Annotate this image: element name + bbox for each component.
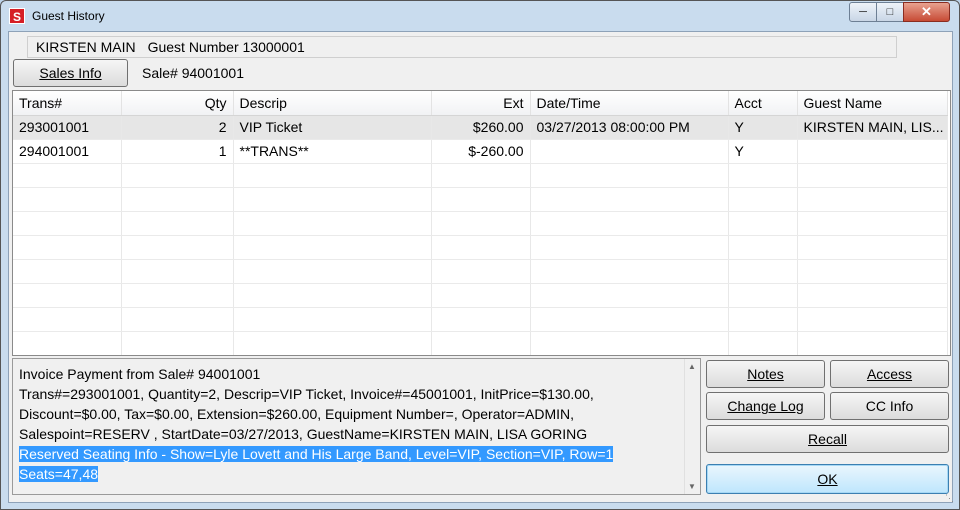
guest-number-label: Guest Number 13000001 xyxy=(147,39,305,55)
detail-line: Salespoint=RESERV , StartDate=03/27/2013… xyxy=(19,426,588,442)
column-header-acct[interactable]: Acct xyxy=(728,91,798,116)
ok-button-label: OK xyxy=(817,471,838,487)
cc-info-button[interactable]: CC Info xyxy=(830,392,949,420)
column-header-trans[interactable]: Trans# xyxy=(13,91,122,116)
cell-datetime: 03/27/2013 08:00:00 PM xyxy=(530,115,729,140)
guest-history-window: S Guest History ─ □ ✕ KIRSTEN MAIN Guest … xyxy=(0,0,960,510)
recall-button-label: Recall xyxy=(808,431,847,447)
sale-number-label: Sale# 94001001 xyxy=(142,65,244,81)
maximize-button[interactable]: □ xyxy=(876,2,904,22)
column-header-qty[interactable]: Qty xyxy=(121,91,234,116)
scroll-up-icon[interactable]: ▲ xyxy=(688,362,696,371)
detail-line: Trans#=293001001, Quantity=2, Descrip=VI… xyxy=(19,386,594,402)
ok-button[interactable]: OK xyxy=(706,464,949,494)
detail-line: Discount=$0.00, Tax=$0.00, Extension=$26… xyxy=(19,406,575,422)
guest-info-bar: KIRSTEN MAIN Guest Number 13000001 xyxy=(27,36,897,58)
sales-info-button[interactable]: Sales Info xyxy=(13,59,128,87)
selected-detail-line: Seats=47,48 xyxy=(19,466,99,482)
cell-descrip: VIP Ticket xyxy=(233,115,432,140)
change-log-button-label: Change Log xyxy=(727,398,804,414)
minimize-button[interactable]: ─ xyxy=(849,2,877,22)
detail-line: Invoice Payment from Sale# 94001001 xyxy=(19,366,261,382)
cell-qty: 2 xyxy=(121,115,234,140)
cell-trans: 294001001 xyxy=(13,139,122,164)
cc-info-button-label: CC Info xyxy=(865,398,914,414)
window-title: Guest History xyxy=(32,9,105,23)
empty-row xyxy=(13,307,948,332)
recall-button[interactable]: Recall xyxy=(706,425,949,453)
empty-row xyxy=(13,259,948,284)
app-logo-icon: S xyxy=(9,8,25,24)
cell-qty: 1 xyxy=(121,139,234,164)
title-bar[interactable]: S Guest History ─ □ ✕ xyxy=(1,1,959,31)
cell-datetime xyxy=(530,139,729,164)
notes-button-label: Notes xyxy=(747,366,784,382)
resize-grip-icon[interactable]: ⋱ xyxy=(945,493,954,504)
column-header-datetime[interactable]: Date/Time xyxy=(530,91,729,116)
empty-row xyxy=(13,331,948,355)
cell-acct: Y xyxy=(728,139,798,164)
empty-row xyxy=(13,211,948,236)
table-row[interactable]: 294001001 1 **TRANS** $-260.00 Y xyxy=(13,139,948,164)
table-row[interactable]: 293001001 2 VIP Ticket $260.00 03/27/201… xyxy=(13,115,948,140)
column-header-ext[interactable]: Ext xyxy=(431,91,531,116)
cell-ext: $-260.00 xyxy=(431,139,531,164)
empty-row xyxy=(13,235,948,260)
empty-row xyxy=(13,163,948,188)
close-icon: ✕ xyxy=(921,4,932,19)
guest-name-label: KIRSTEN MAIN xyxy=(36,39,136,55)
cell-guest-name: KIRSTEN MAIN, LIS... xyxy=(797,115,948,140)
maximize-icon: □ xyxy=(886,6,894,18)
grid-header-row: Trans# Qty Descrip Ext Date/Time Acct Gu… xyxy=(13,91,948,116)
dialog-body: KIRSTEN MAIN Guest Number 13000001 Sales … xyxy=(8,31,953,503)
cell-guest-name xyxy=(797,139,948,164)
detail-scrollbar[interactable]: ▲ ▼ xyxy=(684,359,700,494)
selected-detail-line: Reserved Seating Info - Show=Lyle Lovett… xyxy=(19,446,614,462)
sales-info-button-label: Sales Info xyxy=(39,65,102,81)
change-log-button[interactable]: Change Log xyxy=(706,392,825,420)
column-header-guest-name[interactable]: Guest Name xyxy=(797,91,948,116)
access-button-label: Access xyxy=(866,366,913,382)
access-button[interactable]: Access xyxy=(830,360,949,388)
cell-acct: Y xyxy=(728,115,798,140)
empty-row xyxy=(13,187,948,212)
cell-trans: 293001001 xyxy=(13,115,122,140)
empty-row xyxy=(13,283,948,308)
cell-ext: $260.00 xyxy=(431,115,531,140)
transaction-detail-text[interactable]: Invoice Payment from Sale# 94001001 Tran… xyxy=(12,358,701,495)
column-header-descrip[interactable]: Descrip xyxy=(233,91,432,116)
close-button[interactable]: ✕ xyxy=(903,2,950,22)
minimize-icon: ─ xyxy=(859,6,867,18)
transaction-grid[interactable]: Trans# Qty Descrip Ext Date/Time Acct Gu… xyxy=(12,90,951,356)
cell-descrip: **TRANS** xyxy=(233,139,432,164)
notes-button[interactable]: Notes xyxy=(706,360,825,388)
scroll-down-icon[interactable]: ▼ xyxy=(688,482,696,491)
